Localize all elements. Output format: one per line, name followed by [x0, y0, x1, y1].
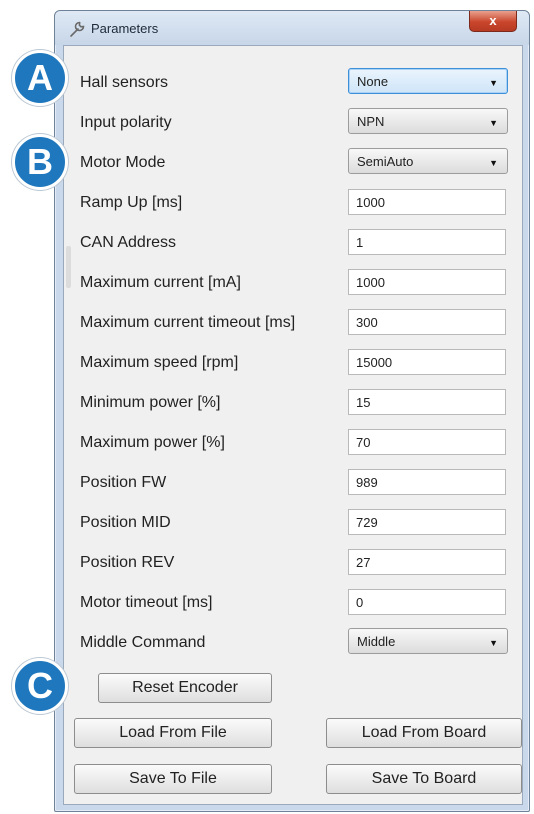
callout-badge-c: C — [12, 658, 68, 714]
motor-timeout-input[interactable]: 0 — [348, 589, 506, 615]
param-label: Minimum power [%] — [80, 394, 221, 411]
max-current-timeout-input[interactable]: 300 — [348, 309, 506, 335]
param-row-input-polarity: Input polarity NPN ▼ — [64, 104, 522, 144]
close-button[interactable]: x — [469, 11, 517, 32]
position-mid-input[interactable]: 729 — [348, 509, 506, 535]
param-row-position-mid: Position MID 729 — [64, 504, 522, 544]
param-label: Maximum speed [rpm] — [80, 354, 239, 371]
param-label: Motor Mode — [80, 154, 166, 171]
param-row-can-address: CAN Address 1 — [64, 224, 522, 264]
select-value: SemiAuto — [357, 154, 414, 169]
wrench-app-icon — [70, 21, 85, 37]
position-fw-input[interactable]: 989 — [348, 469, 506, 495]
param-row-position-rev: Position REV 27 — [64, 544, 522, 584]
param-row-max-speed: Maximum speed [rpm] 15000 — [64, 344, 522, 384]
param-label: Position MID — [80, 514, 171, 531]
middle-command-select[interactable]: Middle ▼ — [348, 628, 508, 654]
max-power-input[interactable]: 70 — [348, 429, 506, 455]
position-rev-input[interactable]: 27 — [348, 549, 506, 575]
param-row-middle-command: Middle Command Middle ▼ — [64, 624, 522, 664]
param-label: Maximum power [%] — [80, 434, 225, 451]
load-from-file-button[interactable]: Load From File — [74, 718, 272, 748]
param-row-motor-timeout: Motor timeout [ms] 0 — [64, 584, 522, 624]
ramp-up-input[interactable]: 1000 — [348, 189, 506, 215]
select-value: None — [357, 74, 389, 89]
dropdown-arrow-icon: ▼ — [489, 118, 498, 128]
callout-badge-b: B — [12, 134, 68, 190]
dropdown-arrow-icon: ▼ — [489, 78, 498, 88]
parameters-form: Hall sensors None ▼ Input polarity NPN ▼… — [63, 45, 523, 805]
dropdown-arrow-icon: ▼ — [489, 638, 498, 648]
save-to-file-button[interactable]: Save To File — [74, 764, 272, 794]
parameters-window: Parameters x Hall sensors None ▼ Input p… — [54, 10, 530, 812]
param-label: Position FW — [80, 474, 167, 491]
param-row-ramp-up: Ramp Up [ms] 1000 — [64, 184, 522, 224]
param-label: Ramp Up [ms] — [80, 194, 183, 211]
select-value: NPN — [357, 114, 385, 129]
param-row-max-current: Maximum current [mA] 1000 — [64, 264, 522, 304]
min-power-input[interactable]: 15 — [348, 389, 506, 415]
can-address-input[interactable]: 1 — [348, 229, 506, 255]
motor-mode-select[interactable]: SemiAuto ▼ — [348, 148, 508, 174]
select-value: Middle — [357, 634, 396, 649]
input-polarity-select[interactable]: NPN ▼ — [348, 108, 508, 134]
dropdown-arrow-icon: ▼ — [489, 158, 498, 168]
window-title: Parameters — [91, 21, 159, 36]
param-label: Hall sensors — [80, 74, 169, 91]
load-from-board-button[interactable]: Load From Board — [326, 718, 522, 748]
save-to-board-button[interactable]: Save To Board — [326, 764, 522, 794]
title-bar[interactable]: Parameters x — [55, 11, 529, 45]
param-row-max-current-timeout: Maximum current timeout [ms] 300 — [64, 304, 522, 344]
param-row-motor-mode: Motor Mode SemiAuto ▼ — [64, 144, 522, 184]
param-label: Position REV — [80, 554, 175, 571]
param-label: Motor timeout [ms] — [80, 594, 213, 611]
param-label: Maximum current timeout [ms] — [80, 314, 296, 331]
param-label: Middle Command — [80, 634, 206, 651]
param-row-max-power: Maximum power [%] 70 — [64, 424, 522, 464]
close-icon: x — [489, 13, 497, 28]
param-row-position-fw: Position FW 989 — [64, 464, 522, 504]
max-current-input[interactable]: 1000 — [348, 269, 506, 295]
max-speed-input[interactable]: 15000 — [348, 349, 506, 375]
param-label: Input polarity — [80, 114, 172, 131]
callout-badge-a: A — [12, 50, 68, 106]
reset-encoder-button[interactable]: Reset Encoder — [98, 673, 272, 703]
param-row-hall-sensors: Hall sensors None ▼ — [64, 64, 522, 104]
param-label: CAN Address — [80, 234, 177, 251]
param-label: Maximum current [mA] — [80, 274, 241, 291]
hall-sensors-select[interactable]: None ▼ — [348, 68, 508, 94]
param-row-min-power: Minimum power [%] 15 — [64, 384, 522, 424]
